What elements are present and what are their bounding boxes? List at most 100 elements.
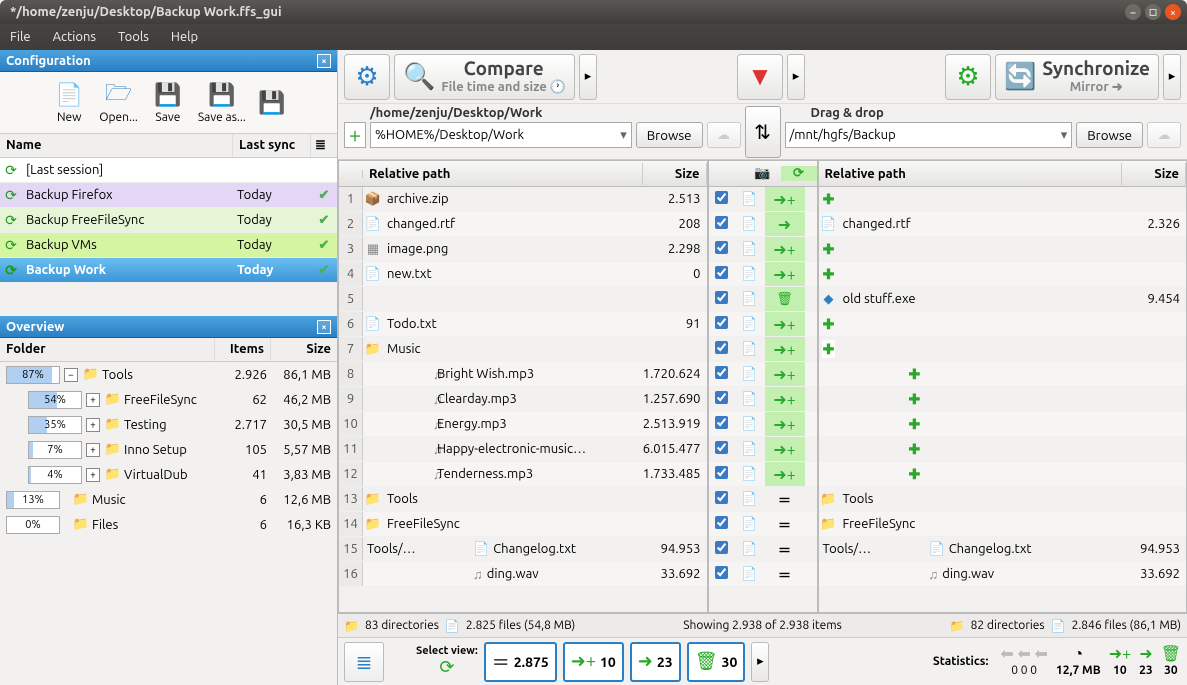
expand-icon[interactable]: − [64, 368, 78, 382]
action-cell[interactable]: ➜+ [765, 312, 805, 336]
view-more-button[interactable]: ▸ [751, 642, 769, 682]
close-overview-icon[interactable]: × [317, 320, 331, 334]
overview-row[interactable]: 87% − 📁 Tools 2.926 86,1 MB [0, 362, 337, 387]
right-cloud-button[interactable]: ☁ [1147, 122, 1181, 148]
grid-row-mid[interactable]: 📄 ➜ [709, 212, 817, 237]
middle-grid-body[interactable]: 📄 ➜+ 📄 ➜ 📄 ➜+ 📄 ➜+ 📄 🗑 📄 ➜+ 📄 ➜+ 📄 ➜+ 📄 … [709, 187, 817, 612]
action-cell[interactable]: ＝ [765, 537, 805, 561]
right-grid-body[interactable]: ✚📄changed.rtf2.326✚✚◆old stuff.exe9.454✚… [819, 187, 1187, 612]
include-checkbox[interactable] [709, 566, 735, 582]
right-browse-button[interactable]: Browse [1076, 122, 1143, 148]
grid-row[interactable]: 📄changed.rtf2.326 [819, 212, 1187, 237]
relpath-header[interactable]: Relative path [363, 163, 643, 185]
grid-row-mid[interactable]: 📄 ➜+ [709, 437, 817, 462]
action-cell[interactable]: ➜+ [765, 412, 805, 436]
include-checkbox[interactable] [709, 541, 735, 557]
action-cell[interactable]: ➜+ [765, 362, 805, 386]
grid-row[interactable]: 8 ♫Bright Wish.mp3 1.720.624 [339, 362, 707, 387]
col-name[interactable]: Name [0, 134, 233, 157]
grid-row[interactable]: 4 📄new.txt 0 [339, 262, 707, 287]
synchronize-button[interactable]: 🔄 Synchronize Mirror ➜ [995, 54, 1159, 100]
overview-row[interactable]: 0% 📁 Files 6 16,3 KB [0, 512, 337, 537]
grid-row-mid[interactable]: 📄 ➜+ [709, 312, 817, 337]
grid-row[interactable]: ◆old stuff.exe9.454 [819, 287, 1187, 312]
sync-dropdown[interactable]: ▸ [1163, 54, 1181, 100]
grid-row-mid[interactable]: 📄 ➜+ [709, 187, 817, 212]
category-header[interactable]: 📷 [745, 166, 781, 181]
grid-row[interactable]: ✚ [819, 187, 1187, 212]
expand-icon[interactable]: + [86, 393, 100, 407]
saveas-batch-button[interactable]: 💾 [256, 87, 288, 119]
grid-row[interactable]: 13 📁Tools [339, 487, 707, 512]
overview-row[interactable]: 4% + 📁 VirtualDub 41 3,83 MB [0, 462, 337, 487]
grid-row[interactable]: 1 📦archive.zip 2.513 [339, 187, 707, 212]
include-checkbox[interactable] [709, 191, 735, 207]
grid-row-mid[interactable]: 📄 ➜+ [709, 412, 817, 437]
include-checkbox[interactable] [709, 341, 735, 357]
include-checkbox[interactable] [709, 366, 735, 382]
close-panel-icon[interactable]: × [317, 54, 331, 68]
action-cell[interactable]: ＝ [765, 562, 805, 586]
action-cell[interactable]: ➜+ [765, 262, 805, 286]
col-status-icon[interactable]: ≣ [311, 134, 337, 157]
action-cell[interactable]: 🗑 [765, 287, 805, 311]
menu-tools[interactable]: Tools [114, 28, 153, 46]
overview-row[interactable]: 7% + 📁 Inno Setup 105 5,57 MB [0, 437, 337, 462]
left-path-input[interactable]: %HOME%/Desktop/Work ▾ [370, 122, 632, 148]
chevron-down-icon[interactable]: ▾ [1061, 128, 1068, 143]
grid-row[interactable]: ✚ [819, 362, 1187, 387]
expand-icon[interactable]: + [86, 443, 100, 457]
save-button[interactable]: 💾 Save [148, 79, 188, 126]
overview-row[interactable]: 35% + 📁 Testing 2.717 30,5 MB [0, 412, 337, 437]
col-lastsync[interactable]: Last sync [233, 134, 311, 157]
chevron-down-icon[interactable]: ▾ [620, 128, 627, 143]
close-button[interactable]: × [1165, 4, 1181, 20]
action-cell[interactable]: ➜+ [765, 337, 805, 361]
grid-row[interactable]: ♫ding.wav33.692 [819, 562, 1187, 587]
include-checkbox[interactable] [709, 316, 735, 332]
grid-row-mid[interactable]: 📄 🗑 [709, 287, 817, 312]
compare-dropdown[interactable]: ▸ [579, 54, 597, 100]
sync-settings-button[interactable]: ⚙ [945, 54, 991, 100]
row-num-header[interactable] [339, 170, 363, 178]
grid-row-mid[interactable]: 📄 ➜+ [709, 262, 817, 287]
config-row[interactable]: ⟳ [Last session] [0, 158, 337, 183]
col-items[interactable]: Items [215, 338, 271, 361]
grid-row[interactable]: 14 📁FreeFileSync [339, 512, 707, 537]
config-row[interactable]: ⟳ Backup Work Today ✔ [0, 258, 337, 283]
grid-row[interactable]: ✚ [819, 262, 1187, 287]
new-button[interactable]: 📄 New [49, 79, 89, 126]
size-header-r[interactable]: Size [1122, 163, 1186, 185]
grid-row[interactable]: 9 ♫Clearday.mp3 1.257.690 [339, 387, 707, 412]
menu-help[interactable]: Help [167, 28, 202, 46]
view-list-button[interactable]: ≣ [344, 642, 384, 682]
include-checkbox[interactable] [709, 291, 735, 307]
maximize-button[interactable]: ◻ [1145, 4, 1161, 20]
grid-row-mid[interactable]: 📄 ＝ [709, 512, 817, 537]
include-checkbox[interactable] [709, 441, 735, 457]
grid-row[interactable]: ✚ [819, 412, 1187, 437]
action-cell[interactable]: ＝ [765, 512, 805, 536]
grid-row[interactable]: ✚ [819, 437, 1187, 462]
action-cell[interactable]: ➜+ [765, 437, 805, 461]
grid-row-mid[interactable]: 📄 ➜+ [709, 362, 817, 387]
menu-actions[interactable]: Actions [49, 28, 100, 46]
action-cell[interactable]: ＝ [765, 487, 805, 511]
include-checkbox[interactable] [709, 241, 735, 257]
view-delete-button[interactable]: 🗑 30 [687, 642, 746, 682]
menu-file[interactable]: File [6, 28, 35, 46]
action-cell[interactable]: ➜+ [765, 187, 805, 211]
grid-row[interactable]: Tools/…📄Changelog.txt94.953 [819, 537, 1187, 562]
grid-row[interactable]: 2 📄changed.rtf 208 [339, 212, 707, 237]
grid-row-mid[interactable]: 📄 ➜+ [709, 337, 817, 362]
grid-row[interactable]: 3 ▦image.png 2.298 [339, 237, 707, 262]
size-header[interactable]: Size [643, 163, 707, 185]
grid-row[interactable]: 15 Tools/…📄Changelog.txt 94.953 [339, 537, 707, 562]
grid-row[interactable]: 16 ♫ding.wav 33.692 [339, 562, 707, 587]
grid-row-mid[interactable]: 📄 ➜+ [709, 462, 817, 487]
overview-row[interactable]: 54% + 📁 FreeFileSync 62 46,2 MB [0, 387, 337, 412]
grid-row[interactable]: 11 ♫Happy-electronic-music… 6.015.477 [339, 437, 707, 462]
expand-icon[interactable]: + [86, 468, 100, 482]
config-row[interactable]: ⟳ Backup VMs Today ✔ [0, 233, 337, 258]
compare-settings-button[interactable]: ⚙ [344, 54, 390, 100]
